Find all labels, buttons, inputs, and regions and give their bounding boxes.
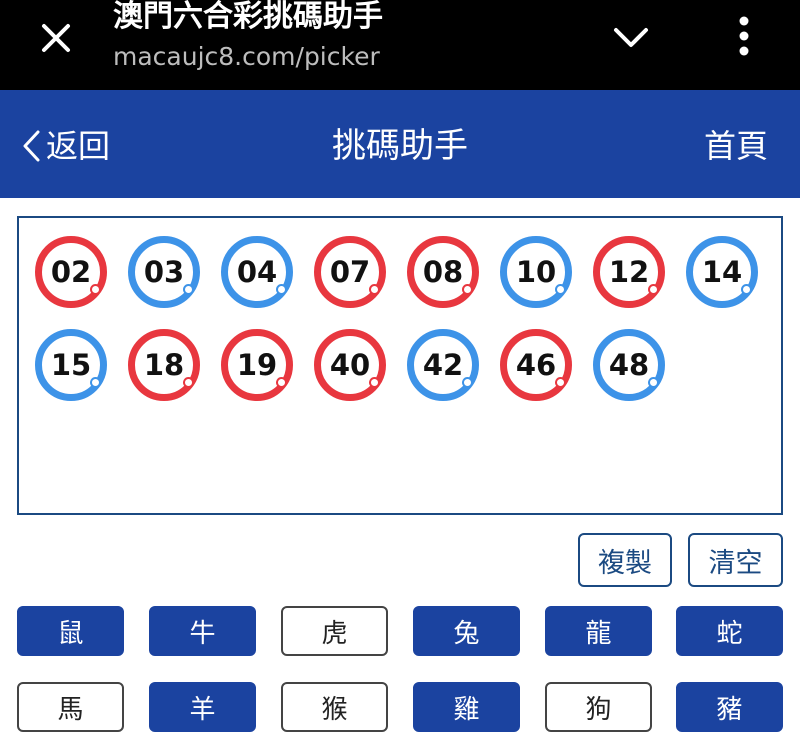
ball-highlight — [462, 377, 473, 388]
number-ball[interactable]: 12 — [593, 236, 665, 308]
zodiac-button[interactable]: 兔 — [413, 606, 520, 656]
ball-highlight — [555, 377, 566, 388]
ball-highlight — [555, 284, 566, 295]
browser-url[interactable]: macaujc8.com/picker — [113, 42, 380, 72]
ball-highlight — [183, 284, 194, 295]
ball-highlight — [741, 284, 752, 295]
number-ball[interactable]: 48 — [593, 329, 665, 401]
ball-highlight — [648, 284, 659, 295]
ball-grid: 02 03 04 07 08 10 12 14 15 18 19 40 42 46 48 — [35, 236, 779, 401]
zodiac-button[interactable]: 狗 — [545, 682, 652, 732]
number-ball[interactable]: 08 — [407, 236, 479, 308]
number-ball[interactable]: 18 — [128, 329, 200, 401]
number-ball[interactable]: 04 — [221, 236, 293, 308]
number-ball[interactable]: 14 — [686, 236, 758, 308]
number-ball[interactable]: 19 — [221, 329, 293, 401]
page-title: 挑碼助手 — [332, 126, 468, 166]
ball-highlight — [648, 377, 659, 388]
ball-highlight — [369, 284, 380, 295]
ball-highlight — [276, 377, 287, 388]
copy-button[interactable]: 複製 — [578, 533, 672, 587]
app-header: 返回 挑碼助手 首頁 — [0, 90, 800, 198]
number-ball[interactable]: 46 — [500, 329, 572, 401]
zodiac-button[interactable]: 猴 — [281, 682, 388, 732]
zodiac-button[interactable]: 雞 — [413, 682, 520, 732]
ball-highlight — [462, 284, 473, 295]
ball-highlight — [276, 284, 287, 295]
number-ball[interactable]: 03 — [128, 236, 200, 308]
home-button[interactable]: 首頁 — [704, 126, 768, 166]
more-vert-icon[interactable] — [724, 12, 764, 62]
number-ball[interactable]: 10 — [500, 236, 572, 308]
number-ball[interactable]: 02 — [35, 236, 107, 308]
ball-highlight — [183, 377, 194, 388]
number-ball[interactable]: 42 — [407, 329, 479, 401]
number-ball[interactable]: 15 — [35, 329, 107, 401]
zodiac-button[interactable]: 虎 — [281, 606, 388, 656]
zodiac-button[interactable]: 鼠 — [17, 606, 124, 656]
zodiac-button[interactable]: 牛 — [149, 606, 256, 656]
ball-highlight — [369, 377, 380, 388]
browser-page-title: 澳門六合彩挑碼助手 — [113, 0, 383, 34]
clear-button[interactable]: 清空 — [688, 533, 783, 587]
ball-highlight — [90, 284, 101, 295]
zodiac-button[interactable]: 豬 — [676, 682, 783, 732]
close-icon[interactable] — [36, 18, 76, 58]
zodiac-button[interactable]: 蛇 — [676, 606, 783, 656]
number-ball[interactable]: 40 — [314, 329, 386, 401]
zodiac-button[interactable]: 龍 — [545, 606, 652, 656]
browser-toolbar: 澳門六合彩挑碼助手 macaujc8.com/picker — [0, 0, 800, 90]
number-ball[interactable]: 07 — [314, 236, 386, 308]
picked-numbers-panel: 02 03 04 07 08 10 12 14 15 18 19 40 42 46 48 — [17, 216, 783, 515]
zodiac-button[interactable]: 馬 — [17, 682, 124, 732]
ball-highlight — [90, 377, 101, 388]
zodiac-button[interactable]: 羊 — [149, 682, 256, 732]
chevron-down-icon[interactable] — [606, 16, 656, 60]
